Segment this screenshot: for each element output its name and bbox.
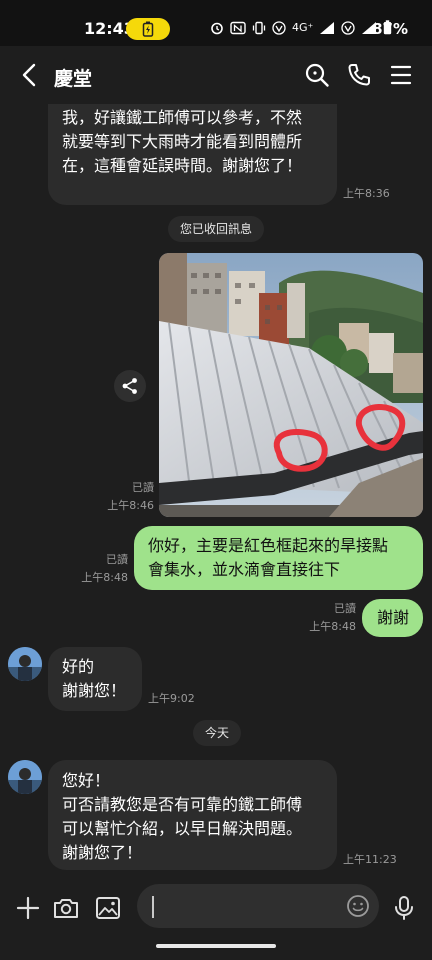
search-icon[interactable]: [304, 62, 330, 88]
volte-icon-2: [341, 20, 355, 35]
emoji-icon[interactable]: [346, 894, 370, 918]
chat-area[interactable]: 我，好讓鐵工師傅可以參考，不然 就要等到下大雨時才能看到問體所 在，這種會延誤時…: [0, 104, 432, 880]
battery-charging-icon: [142, 21, 154, 37]
share-icon: [122, 378, 137, 394]
text-cursor: [152, 896, 154, 918]
chat-title: 慶堂: [54, 68, 93, 90]
image-icon[interactable]: [94, 894, 122, 922]
message-read-status: 已讀: [334, 602, 356, 615]
message-bubble-incoming[interactable]: 好的 謝謝您！: [48, 647, 142, 711]
message-input[interactable]: [137, 884, 379, 928]
chat-header: 慶堂: [0, 46, 432, 104]
input-bar: [0, 880, 432, 940]
photo-time: 上午8:46: [107, 499, 154, 512]
message-time: 上午8:48: [81, 571, 128, 584]
avatar-image: [8, 760, 42, 794]
camera-icon[interactable]: [52, 894, 80, 922]
recalled-notice: 您已收回訊息: [168, 216, 265, 242]
back-arrow-icon[interactable]: [18, 62, 42, 88]
home-indicator[interactable]: [156, 944, 276, 948]
message-bubble-incoming[interactable]: 您好！ 可否請教您是否有可靠的鐵工師傅 可以幫忙介紹，以早日解決問題。 謝謝您了…: [48, 760, 337, 870]
battery-percent: 87%: [372, 20, 408, 38]
microphone-icon[interactable]: [390, 894, 418, 922]
share-button[interactable]: [114, 370, 146, 402]
network-type: 4G⁺: [292, 21, 314, 34]
photo-message[interactable]: [159, 253, 423, 517]
message-read-status: 已讀: [106, 553, 128, 566]
status-icons: 4G⁺: [210, 20, 392, 35]
phone-icon[interactable]: [346, 62, 372, 88]
battery-saver-pill: [126, 18, 170, 40]
rooftop-photo: [159, 253, 423, 517]
message-bubble-outgoing[interactable]: 你好，主要是紅色框起來的旱接點 會集水，並水滴會直接往下: [134, 526, 423, 590]
plus-icon[interactable]: [14, 894, 42, 922]
message-time: 上午11:23: [343, 853, 397, 866]
message-bubble-incoming[interactable]: 我，好讓鐵工師傅可以參考，不然 就要等到下大雨時才能看到問體所 在，這種會延誤時…: [48, 104, 337, 205]
alarm-icon: [211, 22, 223, 34]
avatar[interactable]: [8, 760, 42, 794]
avatar[interactable]: [8, 647, 42, 681]
message-time: 上午9:02: [148, 692, 195, 705]
message-time: 上午8:48: [309, 620, 356, 633]
avatar-image: [8, 647, 42, 681]
vibrate-icon: [252, 21, 266, 34]
menu-icon[interactable]: [388, 62, 414, 88]
nfc-icon: [230, 21, 246, 34]
photo-read-status: 已讀: [132, 481, 154, 494]
message-bubble-outgoing[interactable]: 謝謝: [362, 599, 423, 637]
volte-icon: [272, 20, 286, 35]
date-divider: 今天: [193, 720, 242, 746]
status-bar: 12:43 4G⁺ 87%: [0, 0, 432, 46]
signal-icon-1: [320, 21, 335, 34]
message-time: 上午8:36: [343, 187, 390, 200]
